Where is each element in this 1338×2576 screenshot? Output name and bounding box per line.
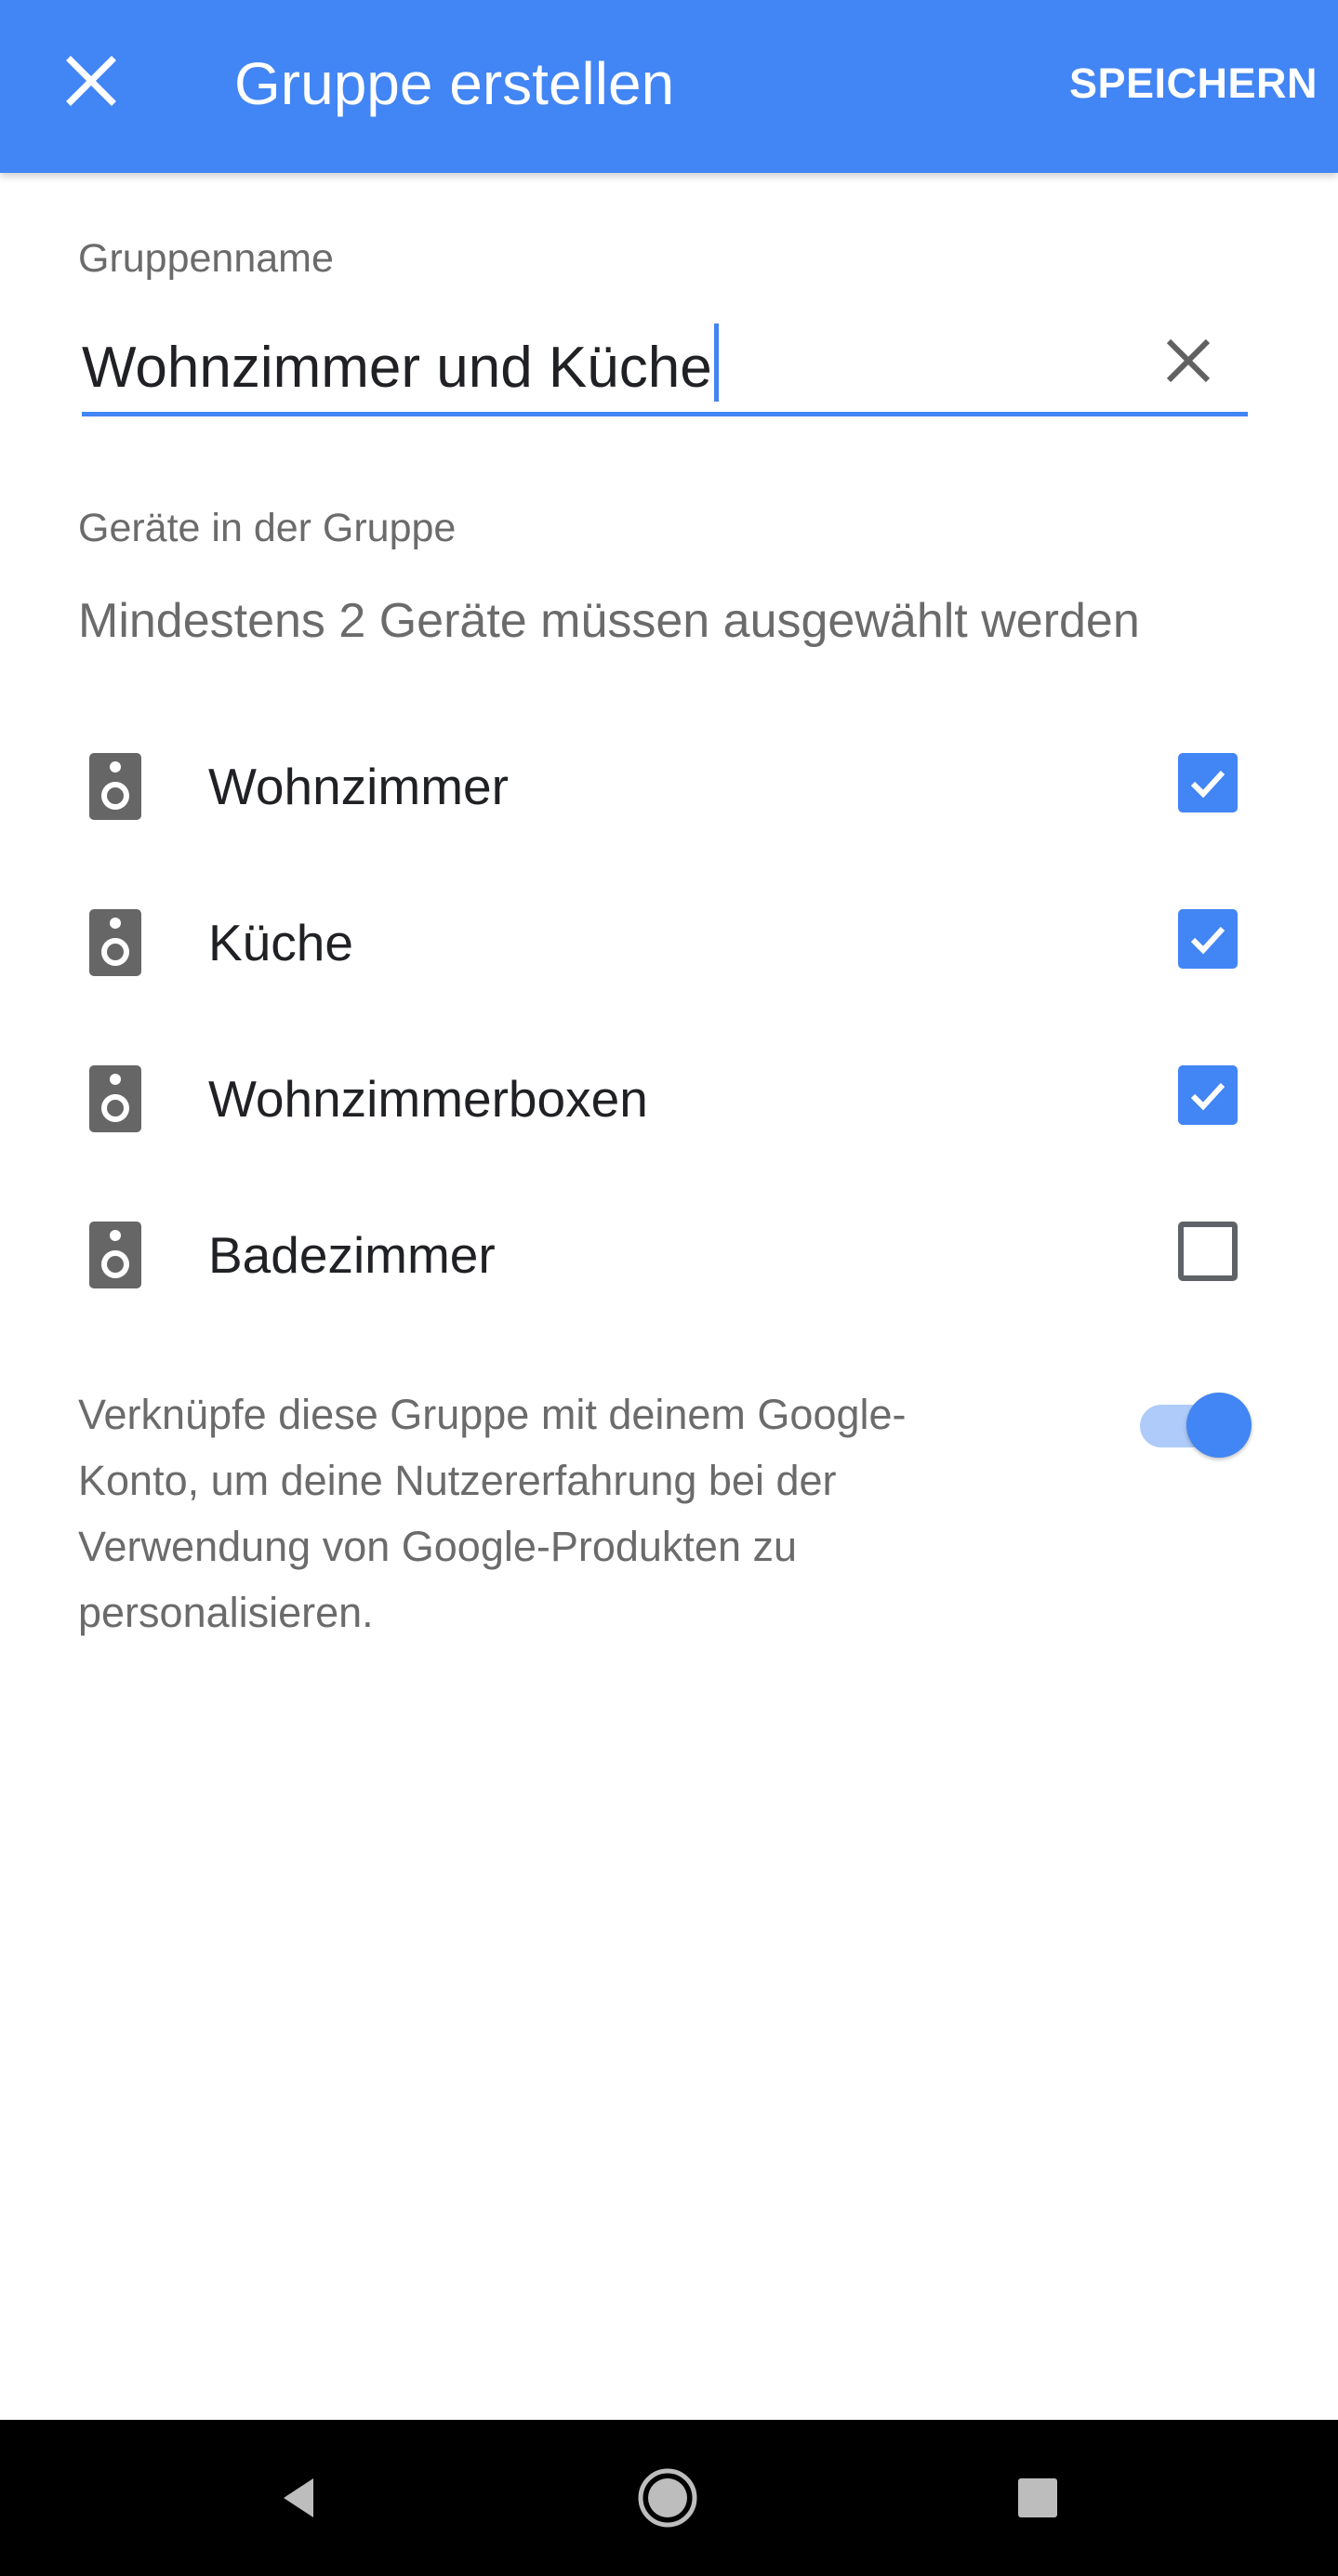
check-icon xyxy=(1190,1082,1225,1111)
create-group-screen: Gruppe erstellen SPEICHERN Gruppenname W… xyxy=(0,0,1338,2576)
device-checkbox[interactable] xyxy=(1178,753,1238,812)
devices-section-label: Geräte in der Gruppe xyxy=(78,506,457,550)
device-list: Wohnzimmer Küche Wohnzimmerboxen Badezim… xyxy=(0,707,1338,1331)
device-checkbox[interactable] xyxy=(1178,1065,1238,1125)
save-button[interactable]: SPEICHERN xyxy=(1069,54,1318,113)
text-caret xyxy=(713,324,719,402)
page-title: Gruppe erstellen xyxy=(234,50,675,117)
device-row-wohnzimmerboxen[interactable]: Wohnzimmerboxen xyxy=(0,1019,1338,1175)
device-checkbox[interactable] xyxy=(1178,1222,1238,1281)
device-row-wohnzimmer[interactable]: Wohnzimmer xyxy=(0,707,1338,863)
clear-icon xyxy=(1166,338,1211,383)
field-underline xyxy=(82,412,1248,416)
device-label: Badezimmer xyxy=(208,1226,496,1284)
clear-text-button[interactable] xyxy=(1155,327,1222,394)
recents-square-icon xyxy=(1018,2478,1057,2517)
close-icon xyxy=(66,56,116,106)
speaker-icon xyxy=(89,909,141,976)
nav-recents-button[interactable] xyxy=(999,2459,1077,2537)
device-label: Wohnzimmerboxen xyxy=(208,1070,648,1128)
nav-home-button[interactable] xyxy=(629,2459,707,2537)
group-name-field[interactable]: Wohnzimmer und Küche xyxy=(82,314,1248,422)
speaker-icon xyxy=(89,1065,141,1132)
close-button[interactable] xyxy=(52,42,130,120)
device-row-kueche[interactable]: Küche xyxy=(0,863,1338,1019)
device-label: Küche xyxy=(208,914,353,971)
check-icon xyxy=(1190,770,1225,799)
home-circle-icon xyxy=(638,2468,697,2528)
link-account-text: Verknüpfe diese Gruppe mit deinem Google… xyxy=(78,1391,907,1636)
device-label: Wohnzimmer xyxy=(208,758,509,815)
device-checkbox[interactable] xyxy=(1178,909,1238,969)
system-nav-bar xyxy=(0,2420,1338,2576)
devices-hint: Mindestens 2 Geräte müssen ausgewählt we… xyxy=(78,594,1140,648)
app-bar: Gruppe erstellen SPEICHERN xyxy=(0,0,1338,173)
speaker-icon xyxy=(89,753,141,820)
nav-back-button[interactable] xyxy=(260,2459,338,2537)
group-name-value: Wohnzimmer und Küche xyxy=(82,336,712,400)
link-account-switch[interactable] xyxy=(1140,1393,1252,1460)
group-name-label: Gruppenname xyxy=(78,236,334,281)
check-icon xyxy=(1190,926,1225,955)
speaker-icon xyxy=(89,1222,141,1288)
switch-thumb xyxy=(1186,1393,1252,1458)
device-row-badezimmer[interactable]: Badezimmer xyxy=(0,1175,1338,1331)
back-triangle-icon xyxy=(284,2478,313,2517)
group-name-input[interactable]: Wohnzimmer und Küche xyxy=(82,324,719,402)
